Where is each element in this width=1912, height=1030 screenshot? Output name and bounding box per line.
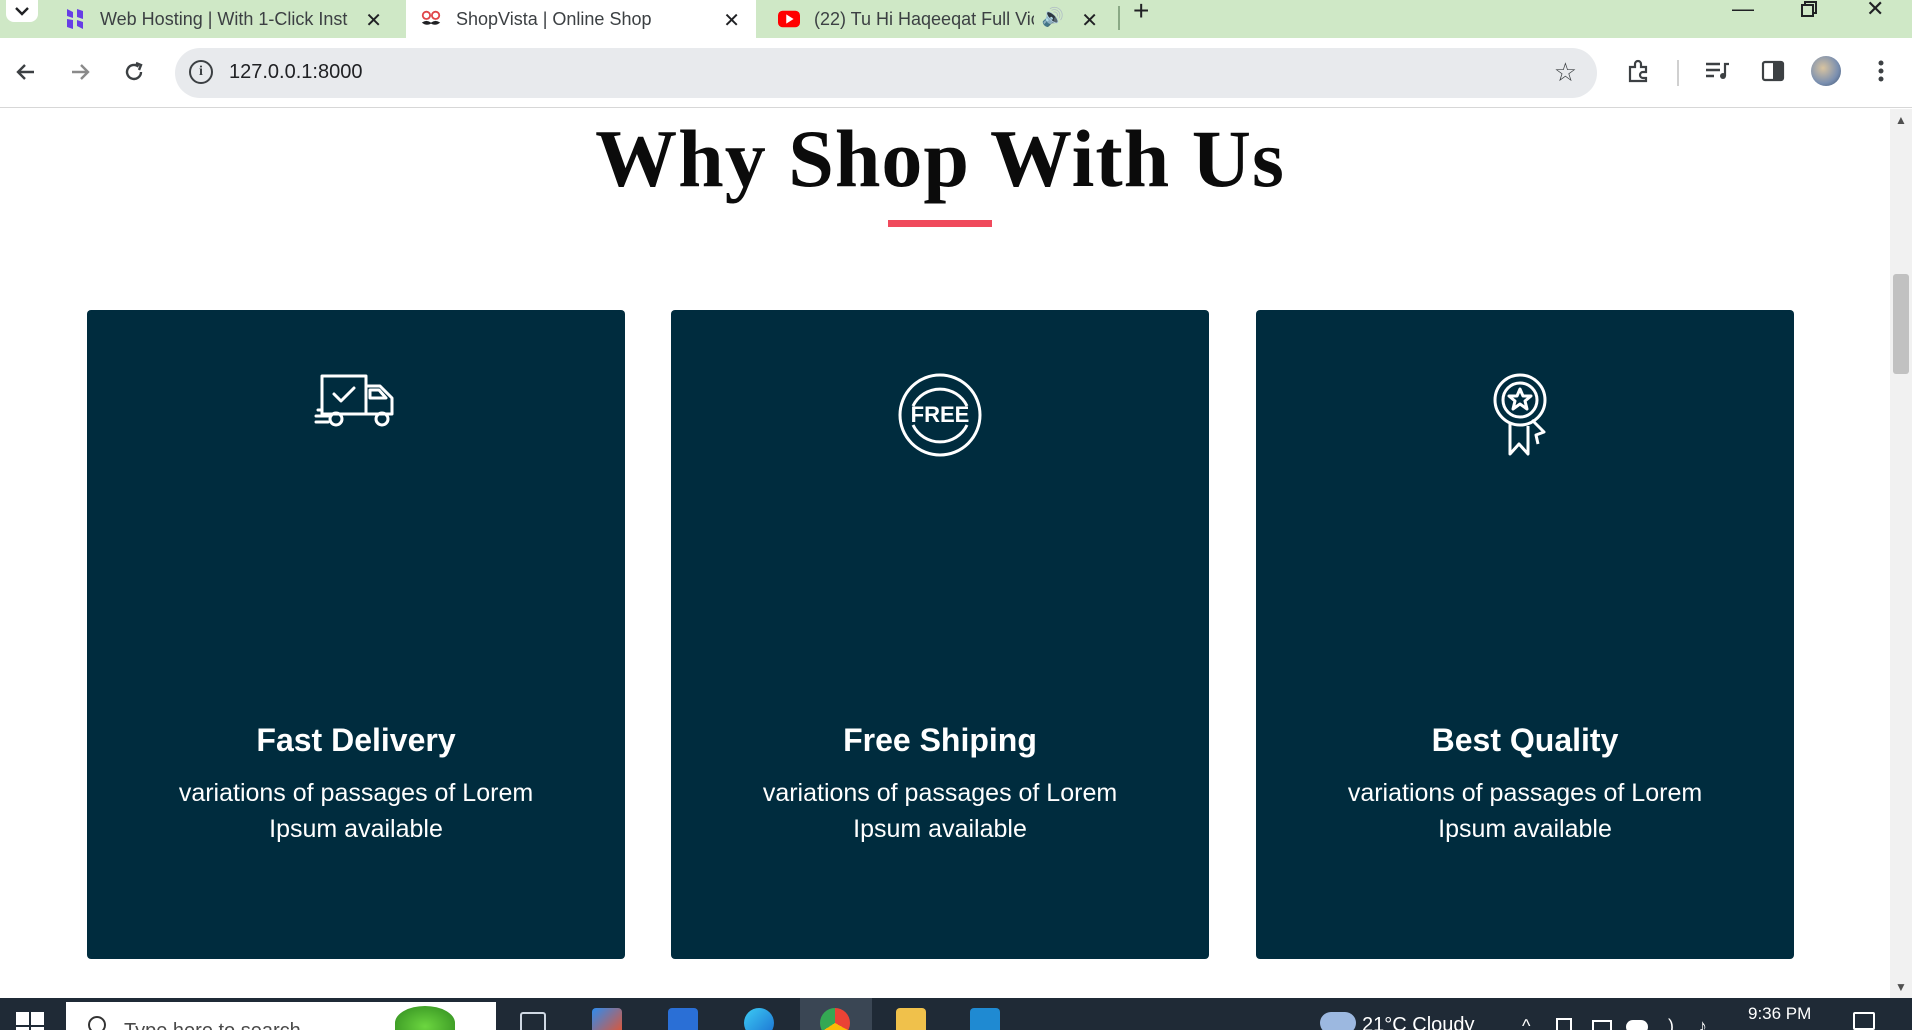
feature-card-fast-delivery: Fast Delivery variations of passages of … [87,310,625,959]
browser-tab-strip: Web Hosting | With 1-Click Inst ✕ ShopVi… [0,0,1912,38]
svg-text:FREE: FREE [911,402,970,427]
feature-card-free-shipping: FREE Free Shiping variations of passages… [671,310,1209,959]
close-icon[interactable]: ✕ [365,8,382,33]
media-control-icon[interactable] [1702,56,1732,86]
shop-mustache-icon [420,8,442,30]
forward-icon[interactable] [68,60,92,91]
volume-icon[interactable]: ♪ [1698,1016,1707,1030]
truck-icon [87,372,625,430]
file-explorer-icon[interactable] [896,1008,926,1030]
minimize-icon[interactable]: — [1732,0,1754,22]
edge-icon[interactable] [744,1008,774,1030]
new-tab-button[interactable]: + [1133,0,1149,25]
back-icon[interactable] [14,60,38,91]
card-text: variations of passages of Lorem Ipsum av… [178,779,534,843]
tab-shopvista[interactable]: ShopVista | Online Shop ✕ [406,0,756,38]
clock-time[interactable]: 9:36 PM [1748,1004,1811,1024]
page-scrollbar[interactable]: ▲ ▼ [1890,109,1912,998]
tab-youtube[interactable]: (22) Tu Hi Haqeeqat Full Vic 🔊 ✕ [764,0,1114,38]
close-icon[interactable]: ✕ [1081,8,1098,33]
profile-avatar[interactable] [1811,56,1841,86]
card-text: variations of passages of Lorem Ipsum av… [762,779,1118,843]
speaker-icon[interactable]: 🔊 [1042,7,1064,28]
onedrive-icon[interactable] [1626,1020,1648,1030]
windows-taskbar: Type here to search 21°C Cloudy ^ ) ♪ 9:… [0,998,1912,1030]
page-content: Why Shop With Us Fast Delivery variation… [0,109,1890,998]
tab-title: Web Hosting | With 1-Click Inst [100,8,348,29]
wifi-icon[interactable]: ) [1668,1016,1674,1030]
address-bar[interactable]: i 127.0.0.1:8000 ☆ [175,48,1597,98]
free-badge-icon: FREE [671,372,1209,458]
scroll-thumb[interactable] [1893,274,1909,374]
store-icon[interactable] [592,1008,622,1030]
feature-card-best-quality: Best Quality variations of passages of L… [1256,310,1794,959]
browser-toolbar: i 127.0.0.1:8000 ☆ [0,38,1912,108]
card-text: variations of passages of Lorem Ipsum av… [1347,779,1703,843]
card-title: Fast Delivery [256,722,456,758]
toolbar-divider [1677,60,1679,86]
extensions-icon[interactable] [1624,56,1654,86]
tray-app-icon[interactable] [1556,1018,1572,1030]
heading-underline [888,220,992,227]
scroll-down-icon[interactable]: ▼ [1895,980,1907,994]
tab-title: ShopVista | Online Shop [456,8,652,29]
weather-cloud-icon [1320,1012,1356,1030]
vscode-icon[interactable] [970,1008,1000,1030]
restore-icon[interactable] [1800,0,1818,24]
weather-text[interactable]: 21°C Cloudy [1362,1014,1475,1030]
more-menu-icon[interactable] [1866,56,1896,86]
search-icon [88,1016,106,1030]
reload-icon[interactable] [122,60,146,91]
notification-icon[interactable] [1853,1012,1875,1030]
side-panel-icon[interactable] [1758,56,1788,86]
url-text[interactable]: 127.0.0.1:8000 [229,61,362,84]
tab-web-hosting[interactable]: Web Hosting | With 1-Click Inst ✕ [50,0,398,38]
bookmark-star-icon[interactable]: ☆ [1554,57,1577,88]
card-title: Free Shiping [843,722,1037,758]
tray-chevron-icon[interactable]: ^ [1522,1016,1530,1030]
tab-separator [1118,6,1120,30]
tab-title: (22) Tu Hi Haqeeqat Full Vic [814,8,1034,29]
network-icon[interactable] [1592,1020,1612,1030]
close-window-icon[interactable]: ✕ [1866,0,1884,22]
search-placeholder: Type here to search [124,1020,301,1030]
site-info-icon[interactable]: i [189,60,213,84]
mail-icon[interactable] [668,1008,698,1030]
chrome-icon[interactable] [820,1008,850,1030]
section-heading: Why Shop With Us [595,113,1285,204]
award-ribbon-icon [1256,372,1794,458]
hostinger-icon [64,8,86,30]
youtube-icon [778,8,800,30]
scroll-up-icon[interactable]: ▲ [1895,113,1907,127]
card-title: Best Quality [1431,722,1619,758]
task-view-icon[interactable] [520,1012,546,1030]
chevron-down-icon [15,7,29,16]
tab-search-button[interactable] [6,0,38,22]
windows-start-icon[interactable] [16,1012,44,1030]
close-icon[interactable]: ✕ [723,8,740,33]
